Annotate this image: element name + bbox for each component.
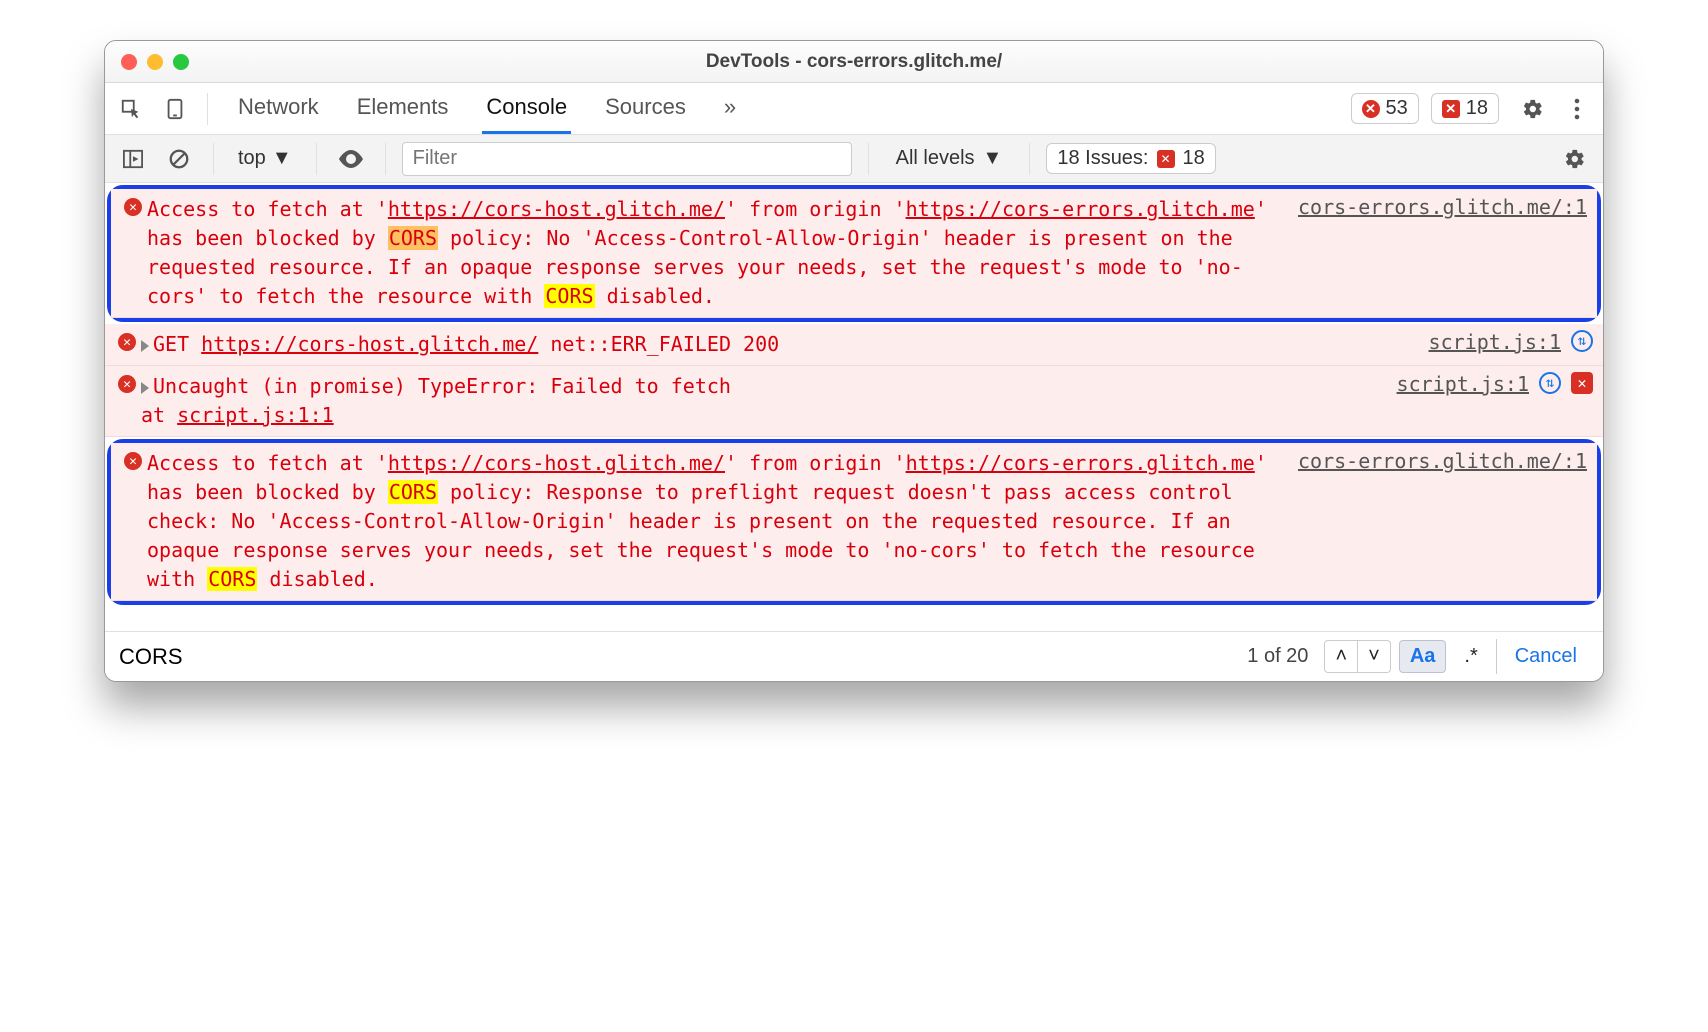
message-text: Access to fetch at 'https://cors-host.gl… <box>147 449 1286 594</box>
console-error-row[interactable]: ✕ GET https://cors-host.glitch.me/ net::… <box>105 324 1603 366</box>
divider <box>207 93 208 125</box>
divider <box>213 143 214 175</box>
source-link[interactable]: script.js:1 <box>1385 372 1529 396</box>
highlighted-message-box: ✕ Access to fetch at 'https://cors-host.… <box>107 185 1601 322</box>
message-text: Uncaught (in promise) TypeError: Failed … <box>141 372 1377 430</box>
find-count: 1 of 20 <box>1239 645 1316 668</box>
clear-console-icon[interactable] <box>161 141 197 177</box>
find-cancel-button[interactable]: Cancel <box>1496 639 1595 674</box>
window-controls <box>105 54 189 70</box>
replay-xhr-icon[interactable]: ⇅ <box>1571 330 1593 352</box>
search-match: CORS <box>544 284 594 308</box>
expand-triangle-icon[interactable] <box>141 382 149 394</box>
console-error-row[interactable]: ✕ Uncaught (in promise) TypeError: Faile… <box>105 366 1603 437</box>
console-settings-gear-icon[interactable] <box>1557 141 1593 177</box>
search-match-current: CORS <box>388 226 438 250</box>
url-link[interactable]: https://cors-host.glitch.me/ <box>388 451 725 475</box>
stack-frame-link[interactable]: script.js:1:1 <box>177 403 334 427</box>
issues-summary[interactable]: 18 Issues: ✕ 18 <box>1046 143 1215 174</box>
source-link[interactable]: cors-errors.glitch.me/:1 <box>1286 449 1587 473</box>
error-circle-icon: ✕ <box>118 333 136 351</box>
status-badges: ✕ 53 ✕ 18 <box>1351 93 1500 124</box>
blank-area <box>105 607 1603 631</box>
url-link[interactable]: https://cors-host.glitch.me/ <box>201 332 538 356</box>
match-case-toggle[interactable]: Aa <box>1399 640 1447 673</box>
main-tabbar: Network Elements Console Sources » ✕ 53 … <box>105 83 1603 135</box>
issue-square-icon: ✕ <box>1157 150 1175 168</box>
window-title: DevTools - cors-errors.glitch.me/ <box>105 51 1603 73</box>
context-label: top <box>238 147 266 170</box>
regex-toggle[interactable]: .* <box>1454 641 1487 672</box>
filter-input[interactable] <box>402 142 852 176</box>
zoom-window-button[interactable] <box>173 54 189 70</box>
message-text: GET https://cors-host.glitch.me/ net::ER… <box>141 330 1409 359</box>
console-error-row[interactable]: ✕ Access to fetch at 'https://cors-host.… <box>111 443 1597 601</box>
errors-count: 53 <box>1386 97 1408 120</box>
tab-console[interactable]: Console <box>482 83 571 134</box>
show-console-sidebar-icon[interactable] <box>115 141 151 177</box>
error-circle-icon: ✕ <box>124 452 142 470</box>
tab-sources[interactable]: Sources <box>601 83 690 134</box>
issues-label: 18 Issues: <box>1057 147 1148 170</box>
source-link[interactable]: cors-errors.glitch.me/:1 <box>1286 195 1587 219</box>
tab-elements[interactable]: Elements <box>353 83 453 134</box>
issues-count: 18 <box>1183 147 1205 170</box>
console-messages: ✕ Access to fetch at 'https://cors-host.… <box>105 185 1603 631</box>
kebab-menu-icon[interactable] <box>1559 91 1595 127</box>
error-circle-icon: ✕ <box>1362 100 1380 118</box>
levels-label: All levels <box>896 147 975 170</box>
find-next-button[interactable]: ˅ <box>1358 641 1390 672</box>
divider <box>1029 143 1030 175</box>
issues-badge[interactable]: ✕ 18 <box>1431 93 1499 124</box>
url-link[interactable]: https://cors-errors.glitch.me <box>906 451 1255 475</box>
divider <box>868 143 869 175</box>
titlebar: DevTools - cors-errors.glitch.me/ <box>105 41 1603 83</box>
find-nav: ˄ ˅ <box>1324 640 1390 673</box>
tabs-overflow-button[interactable]: » <box>720 83 740 134</box>
device-toggle-icon[interactable] <box>157 91 193 127</box>
replay-xhr-icon[interactable]: ⇅ <box>1539 372 1561 394</box>
error-circle-icon: ✕ <box>118 375 136 393</box>
search-match: CORS <box>207 567 257 591</box>
log-levels-selector[interactable]: All levels ▼ <box>885 144 1014 173</box>
url-link[interactable]: https://cors-errors.glitch.me <box>906 197 1255 221</box>
dropdown-triangle-icon: ▼ <box>983 147 1003 170</box>
minimize-window-button[interactable] <box>147 54 163 70</box>
divider <box>385 143 386 175</box>
tab-network[interactable]: Network <box>234 83 323 134</box>
close-window-button[interactable] <box>121 54 137 70</box>
message-text: Access to fetch at 'https://cors-host.gl… <box>147 195 1286 311</box>
panel-tabs: Network Elements Console Sources » <box>234 83 740 134</box>
source-link[interactable]: script.js:1 <box>1417 330 1561 354</box>
devtools-window: DevTools - cors-errors.glitch.me/ Networ… <box>104 40 1604 682</box>
url-link[interactable]: https://cors-host.glitch.me/ <box>388 197 725 221</box>
search-match: CORS <box>388 480 438 504</box>
settings-gear-icon[interactable] <box>1515 91 1551 127</box>
issues-count: 18 <box>1466 97 1488 120</box>
error-circle-icon: ✕ <box>124 198 142 216</box>
context-selector[interactable]: top ▼ <box>230 145 300 172</box>
issue-square-icon: ✕ <box>1442 100 1460 118</box>
issue-square-icon[interactable]: ✕ <box>1571 372 1593 394</box>
find-prev-button[interactable]: ˄ <box>1325 641 1358 672</box>
expand-triangle-icon[interactable] <box>141 340 149 352</box>
errors-badge[interactable]: ✕ 53 <box>1351 93 1419 124</box>
console-toolbar: top ▼ All levels ▼ 18 Issues: ✕ 18 <box>105 135 1603 183</box>
highlighted-message-box: ✕ Access to fetch at 'https://cors-host.… <box>107 439 1601 605</box>
console-error-row[interactable]: ✕ Access to fetch at 'https://cors-host.… <box>111 189 1597 318</box>
find-bar: 1 of 20 ˄ ˅ Aa .* Cancel <box>105 631 1603 681</box>
dropdown-triangle-icon: ▼ <box>272 147 292 170</box>
divider <box>316 143 317 175</box>
inspect-element-icon[interactable] <box>113 91 149 127</box>
find-input[interactable] <box>113 640 1231 674</box>
live-expression-eye-icon[interactable] <box>333 141 369 177</box>
